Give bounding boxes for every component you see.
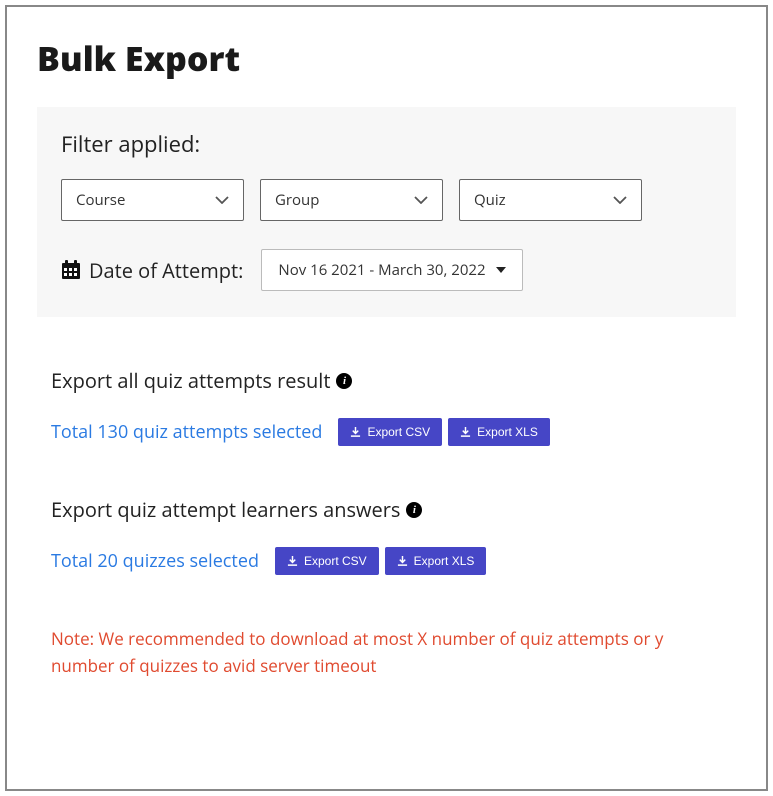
export-answers-csv-label: Export CSV bbox=[304, 554, 367, 568]
export-all-xls-label: Export XLS bbox=[477, 425, 538, 439]
info-icon[interactable]: i bbox=[336, 373, 352, 389]
note-text: Note: We recommended to download at most… bbox=[37, 625, 736, 679]
info-icon[interactable]: i bbox=[406, 502, 422, 518]
group-select-label: Group bbox=[275, 190, 319, 210]
chevron-down-icon bbox=[414, 196, 428, 204]
export-answers-selected-text: Total 20 quizzes selected bbox=[51, 549, 259, 573]
export-answers-csv-button[interactable]: Export CSV bbox=[275, 547, 379, 575]
export-answers-button-group: Export CSV Export XLS bbox=[275, 547, 486, 575]
export-all-heading: Export all quiz attempts result i bbox=[51, 367, 736, 394]
course-select-label: Course bbox=[76, 190, 125, 210]
date-range-value: Nov 16 2021 - March 30, 2022 bbox=[278, 260, 485, 280]
export-answers-heading-text: Export quiz attempt learners answers bbox=[51, 496, 400, 523]
page-frame: Bulk Export Filter applied: Course Group… bbox=[5, 5, 768, 791]
download-icon bbox=[350, 427, 361, 438]
export-all-heading-text: Export all quiz attempts result bbox=[51, 367, 330, 394]
export-all-csv-label: Export CSV bbox=[367, 425, 430, 439]
export-all-section: Export all quiz attempts result i Total … bbox=[37, 367, 736, 446]
export-answers-xls-button[interactable]: Export XLS bbox=[385, 547, 487, 575]
download-icon bbox=[460, 427, 471, 438]
course-select[interactable]: Course bbox=[61, 179, 244, 221]
export-all-xls-button[interactable]: Export XLS bbox=[448, 418, 550, 446]
date-range-select[interactable]: Nov 16 2021 - March 30, 2022 bbox=[261, 249, 522, 291]
export-answers-xls-label: Export XLS bbox=[414, 554, 475, 568]
export-answers-action-row: Total 20 quizzes selected Export CSV Exp… bbox=[51, 547, 736, 575]
calendar-icon bbox=[61, 260, 81, 280]
date-of-attempt-row: Date of Attempt: Nov 16 2021 - March 30,… bbox=[61, 249, 712, 291]
quiz-select-label: Quiz bbox=[474, 190, 506, 210]
export-all-action-row: Total 130 quiz attempts selected Export … bbox=[51, 418, 736, 446]
group-select[interactable]: Group bbox=[260, 179, 443, 221]
download-icon bbox=[397, 556, 408, 567]
date-of-attempt-label: Date of Attempt: bbox=[89, 257, 243, 284]
chevron-down-icon bbox=[613, 196, 627, 204]
chevron-down-icon bbox=[215, 196, 229, 204]
quiz-select[interactable]: Quiz bbox=[459, 179, 642, 221]
download-icon bbox=[287, 556, 298, 567]
page-title: Bulk Export bbox=[37, 35, 736, 81]
caret-down-icon bbox=[496, 267, 506, 273]
date-label-group: Date of Attempt: bbox=[61, 257, 243, 284]
export-all-button-group: Export CSV Export XLS bbox=[338, 418, 549, 446]
filter-panel: Filter applied: Course Group Quiz bbox=[37, 107, 736, 317]
export-all-selected-text: Total 130 quiz attempts selected bbox=[51, 420, 322, 444]
export-answers-heading: Export quiz attempt learners answers i bbox=[51, 496, 736, 523]
export-answers-section: Export quiz attempt learners answers i T… bbox=[37, 496, 736, 575]
export-all-csv-button[interactable]: Export CSV bbox=[338, 418, 442, 446]
filter-heading: Filter applied: bbox=[61, 129, 712, 159]
filter-selects-row: Course Group Quiz bbox=[61, 179, 712, 221]
